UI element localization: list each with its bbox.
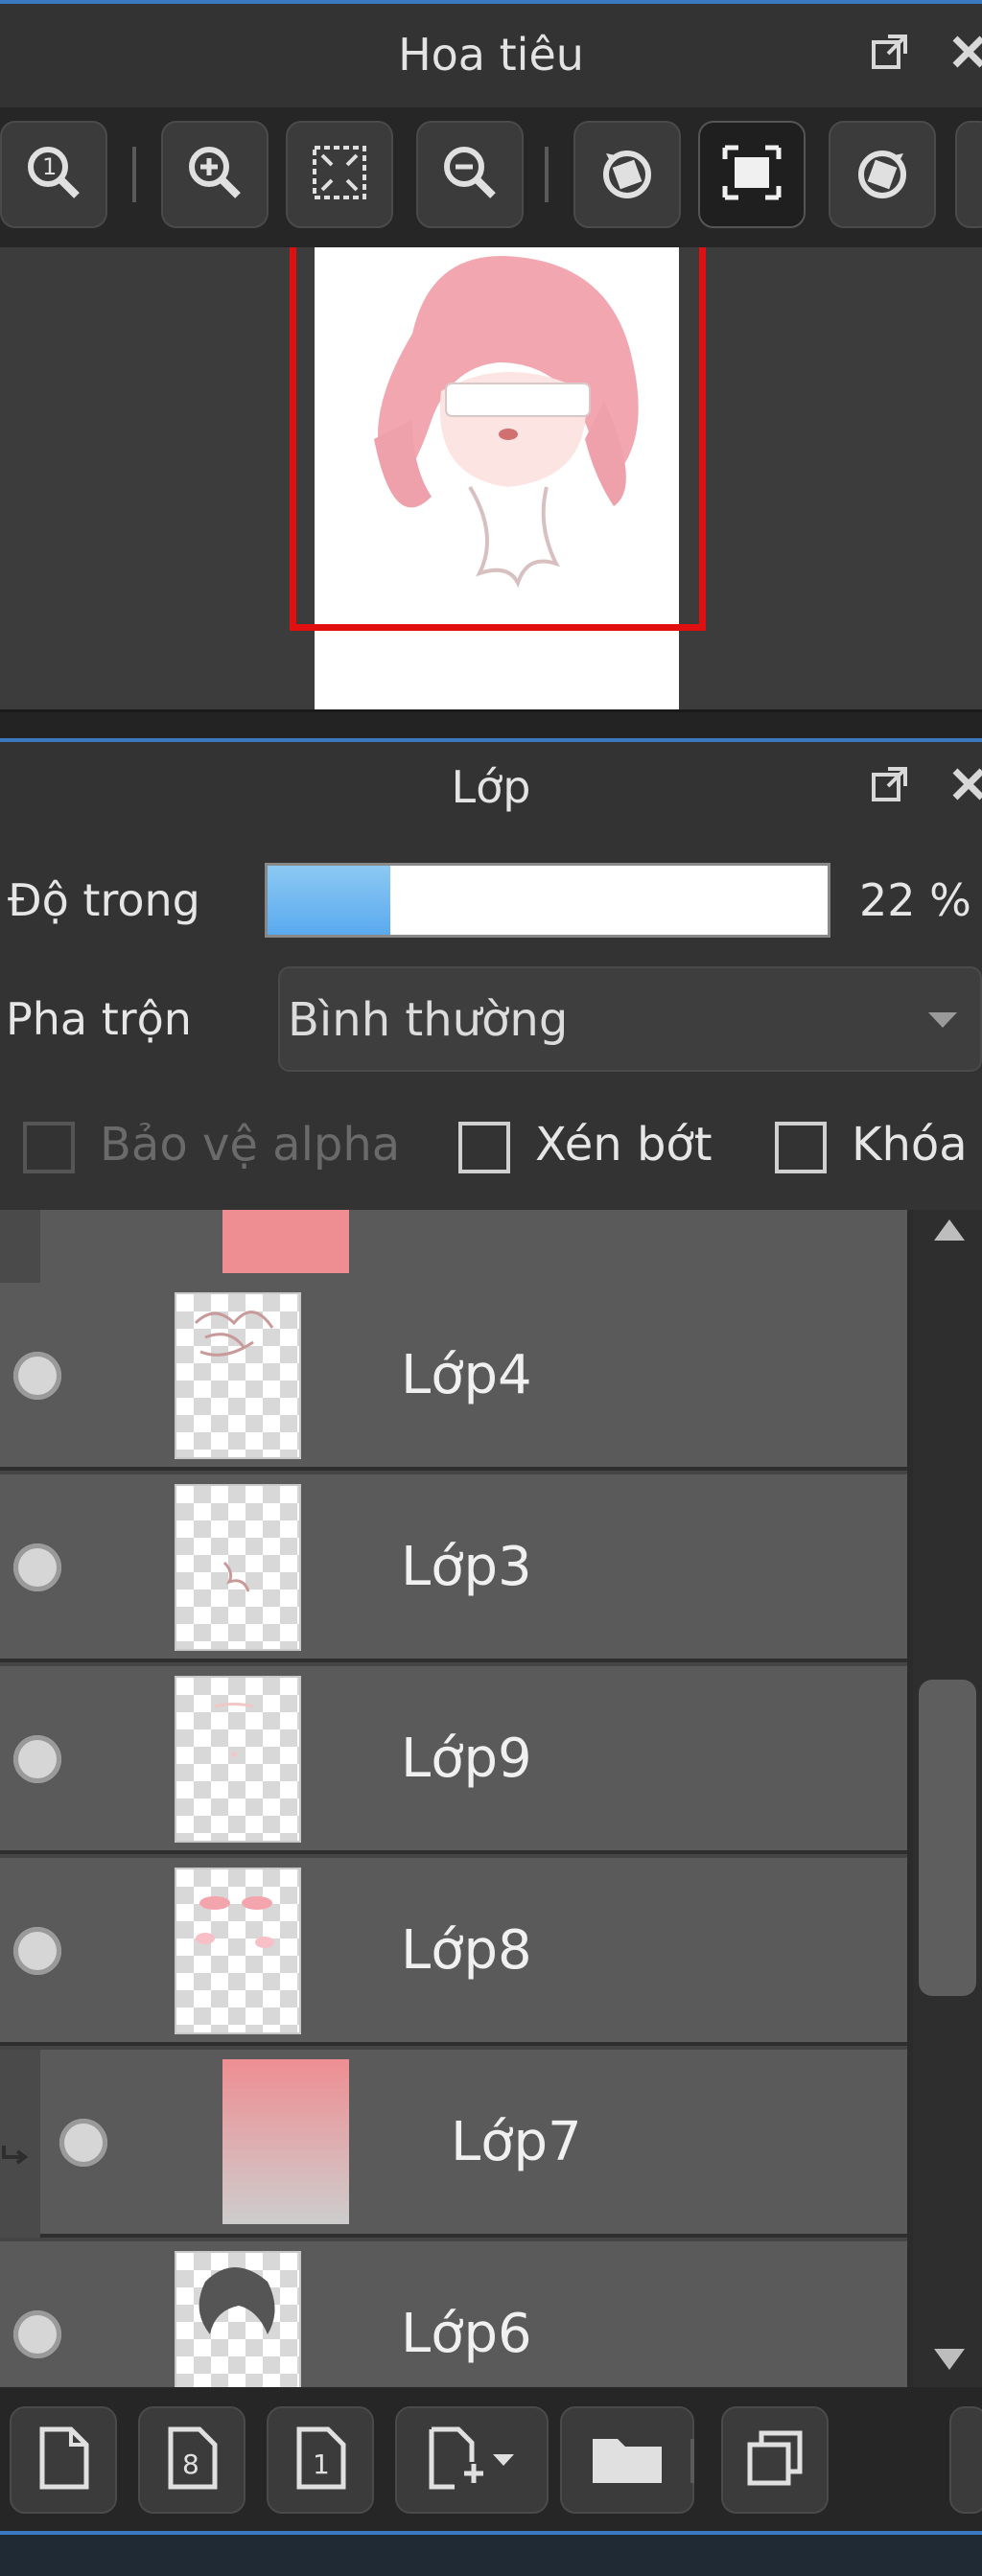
duplicate-icon (744, 2427, 806, 2493)
visibility-icon[interactable] (13, 1735, 61, 1783)
folder-icon (589, 2429, 666, 2491)
new-folder-button[interactable] (560, 2406, 694, 2514)
layer-8bit-icon: 8 (163, 2425, 221, 2495)
popout-icon[interactable] (871, 33, 909, 71)
toolbar-separator (690, 2439, 694, 2483)
visibility-icon[interactable] (13, 1543, 61, 1591)
close-icon[interactable] (949, 33, 982, 71)
frame-icon (721, 142, 783, 207)
add-layer-menu-button[interactable] (395, 2406, 549, 2514)
scrollbar-thumb[interactable] (919, 1680, 976, 1996)
rotate-right-icon (852, 142, 913, 207)
scroll-up-icon[interactable] (932, 1218, 967, 1246)
popout-icon[interactable] (871, 765, 909, 803)
visibility-icon[interactable] (13, 2310, 61, 2358)
opacity-value: 22 % (859, 874, 971, 926)
zoom-100-icon: 1 (23, 142, 84, 207)
layer-name[interactable]: Lớp6 (401, 2303, 532, 2365)
opacity-label: Độ trong (8, 874, 200, 926)
close-icon[interactable] (949, 765, 982, 803)
svg-text:8: 8 (182, 2448, 199, 2480)
fit-screen-icon (309, 142, 370, 207)
rotate-left-icon (596, 142, 658, 207)
layer-name[interactable]: Lớp3 (401, 1536, 532, 1598)
layer-name[interactable]: Lớp8 (401, 1919, 532, 1982)
toolbar-separator (132, 147, 136, 202)
zoom-out-button[interactable] (416, 121, 524, 228)
new-page-icon (35, 2425, 92, 2495)
lock-checkbox[interactable] (775, 1122, 827, 1173)
layer-1bit-icon: 1 (292, 2425, 349, 2495)
panel-divider[interactable] (0, 709, 982, 738)
protect-alpha-checkbox[interactable] (23, 1122, 75, 1173)
navigator-title: Hoa tiêu (398, 29, 584, 81)
opacity-slider-fill (268, 866, 390, 935)
layer-thumbnail (175, 1292, 301, 1459)
rotate-left-button[interactable] (573, 121, 681, 228)
layer-thumbnail (175, 1676, 301, 1843)
layer-thumbnail (175, 1868, 301, 2034)
clip-indicator (0, 1210, 40, 1283)
layer-name[interactable]: Lớp9 (401, 1728, 532, 1790)
layer-thumbnail (175, 1484, 301, 1651)
layer-row[interactable]: Lớp8 (0, 1858, 907, 2046)
blend-mode-label: Pha trộn (6, 993, 192, 1045)
blend-mode-value: Bình thường (288, 993, 569, 1047)
zoom-out-icon (439, 142, 501, 207)
zoom-in-button[interactable] (161, 121, 269, 228)
add-layer-icon (424, 2425, 520, 2495)
layer-name[interactable]: Lớp4 (401, 1344, 532, 1406)
more-tools-button[interactable] (955, 121, 982, 228)
layer-list[interactable]: Lớp4 Lớp3 Lớp9 Lớp8 Lớp7 Lớp6 (0, 1210, 907, 2387)
clip-indicator (0, 2050, 40, 2238)
chevron-down-icon (926, 1010, 959, 1033)
new-1bit-layer-button[interactable]: 1 (267, 2406, 374, 2514)
more-layer-actions-button[interactable] (949, 2406, 982, 2514)
layer-name[interactable]: Lớp7 (451, 2111, 582, 2173)
new-8bit-layer-button[interactable]: 8 (138, 2406, 246, 2514)
character-preview-image (374, 256, 639, 589)
lock-label: Khóa (852, 1118, 968, 1172)
clipping-checkbox[interactable] (458, 1122, 510, 1173)
zoom-in-icon (184, 142, 246, 207)
new-layer-button[interactable] (10, 2406, 117, 2514)
visibility-icon[interactable] (13, 1927, 61, 1975)
rotate-right-button[interactable] (829, 121, 936, 228)
layer-thumbnail (175, 2251, 301, 2387)
protect-alpha-label: Bảo vệ alpha (100, 1118, 401, 1172)
svg-text:1: 1 (313, 2448, 330, 2480)
clipping-label: Xén bớt (535, 1118, 713, 1172)
scroll-down-icon[interactable] (932, 2347, 967, 2376)
layer-row[interactable]: Lớp7 (40, 2050, 907, 2238)
navigator-preview[interactable] (0, 247, 982, 709)
duplicate-layer-button[interactable] (721, 2406, 829, 2514)
zoom-actual-size-button[interactable]: 1 (0, 121, 107, 228)
layer-row[interactable]: Lớp6 (0, 2241, 907, 2387)
layer-thumbnail (222, 1210, 349, 1273)
layer-row[interactable]: Lớp4 (0, 1283, 907, 1471)
layer-row[interactable]: Lớp3 (0, 1474, 907, 1662)
toolbar-separator (545, 147, 549, 202)
status-strip (0, 2531, 982, 2576)
visibility-icon[interactable] (59, 2119, 107, 2167)
layers-title: Lớp (451, 761, 531, 813)
layer-thumbnail (222, 2059, 349, 2224)
reset-view-button[interactable] (698, 121, 806, 228)
visibility-icon[interactable] (13, 1352, 61, 1400)
svg-text:1: 1 (42, 153, 57, 180)
layer-row[interactable]: Lớp9 (0, 1666, 907, 1854)
fit-to-window-button[interactable] (286, 121, 393, 228)
